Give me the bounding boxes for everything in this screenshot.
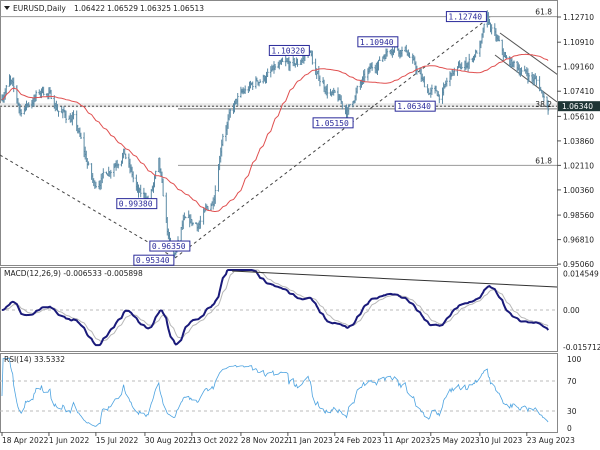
close-value: 1.06513 [173, 4, 204, 13]
y-tick-label: 0.95060 [563, 260, 594, 269]
x-tick-label: 11 Jan 2023 [288, 436, 333, 445]
rsi-tick-label: 70 [567, 377, 577, 386]
x-tick-label: 30 Aug 2022 [145, 436, 193, 445]
y-tick-label: 1.02110 [563, 161, 594, 170]
y-tick-label: 1.05610 [563, 112, 594, 121]
macd-title: MACD(12,26,9) -0.006533 -0.005898 [4, 269, 143, 278]
y-tick-label: 0.96810 [563, 236, 594, 245]
y-tick-label: 1.09160 [563, 63, 594, 72]
y-tick-label: 1.03860 [563, 137, 594, 146]
x-tick-label: 1 Jun 2022 [49, 436, 90, 445]
chart-window: 61.8 61.8 38.2 1.12740 1.10320 1.10940 1.06340… [0, 0, 600, 450]
macd-tick-label: -0.015712 [563, 343, 600, 352]
x-tick-label: 25 May 2023 [431, 436, 480, 445]
macd-tick-label: 0.00 [563, 306, 580, 315]
price-annotation-label: 1.05150 [315, 119, 349, 128]
chart-canvas[interactable]: 61.8 61.8 38.2 1.12740 1.10320 1.10940 1.06340… [0, 0, 600, 450]
fib-level-label: 38.2 [535, 100, 552, 109]
price-annotation-label: 1.10940 [360, 38, 394, 47]
price-annotation-label: 1.06340 [397, 102, 431, 111]
rsi-title: RSI(14) 33.5332 [4, 355, 65, 364]
y-tick-label: 1.10910 [563, 38, 594, 47]
x-tick-label: 10 Jul 2023 [480, 436, 523, 445]
x-tick-label: 28 Nov 2022 [241, 436, 289, 445]
rsi-tick-label: 30 [567, 407, 577, 416]
high-value: 1.06529 [107, 4, 138, 13]
y-tick-label: 1.00360 [563, 186, 594, 195]
fib-level-label: 61.8 [535, 156, 552, 165]
low-value: 1.06325 [140, 4, 171, 13]
x-tick-label: 18 Apr 2022 [2, 436, 49, 445]
rsi-tick-label: 100 [567, 355, 582, 364]
y-tick-label: 1.07410 [563, 87, 594, 96]
x-tick-label: 23 Aug 2023 [527, 436, 575, 445]
macd-tick-label: 0.014549 [563, 269, 599, 278]
price-annotation-label: 0.99380 [119, 200, 153, 209]
current-price-tag-label: 1.06340 [562, 102, 593, 111]
symbol-label: EURUSD,Daily [13, 4, 66, 13]
rsi-tick-label: 0 [567, 424, 572, 433]
y-tick-label: 1.12710 [563, 13, 594, 22]
price-annotation-label: 0.96350 [152, 242, 186, 251]
x-tick-label: 24 Feb 2023 [335, 436, 382, 445]
open-value: 1.06422 [74, 4, 105, 13]
x-tick-label: 13 Oct 2022 [192, 436, 239, 445]
price-annotation-label: 0.95340 [136, 256, 170, 265]
x-tick-label: 11 Apr 2023 [384, 436, 431, 445]
price-annotation-label: 1.12740 [448, 13, 482, 22]
y-tick-label: 0.98560 [563, 211, 594, 220]
price-annotation-label: 1.10320 [271, 46, 305, 55]
x-tick-label: 15 Jul 2022 [96, 436, 139, 445]
fib-level-label: 61.8 [535, 8, 552, 17]
